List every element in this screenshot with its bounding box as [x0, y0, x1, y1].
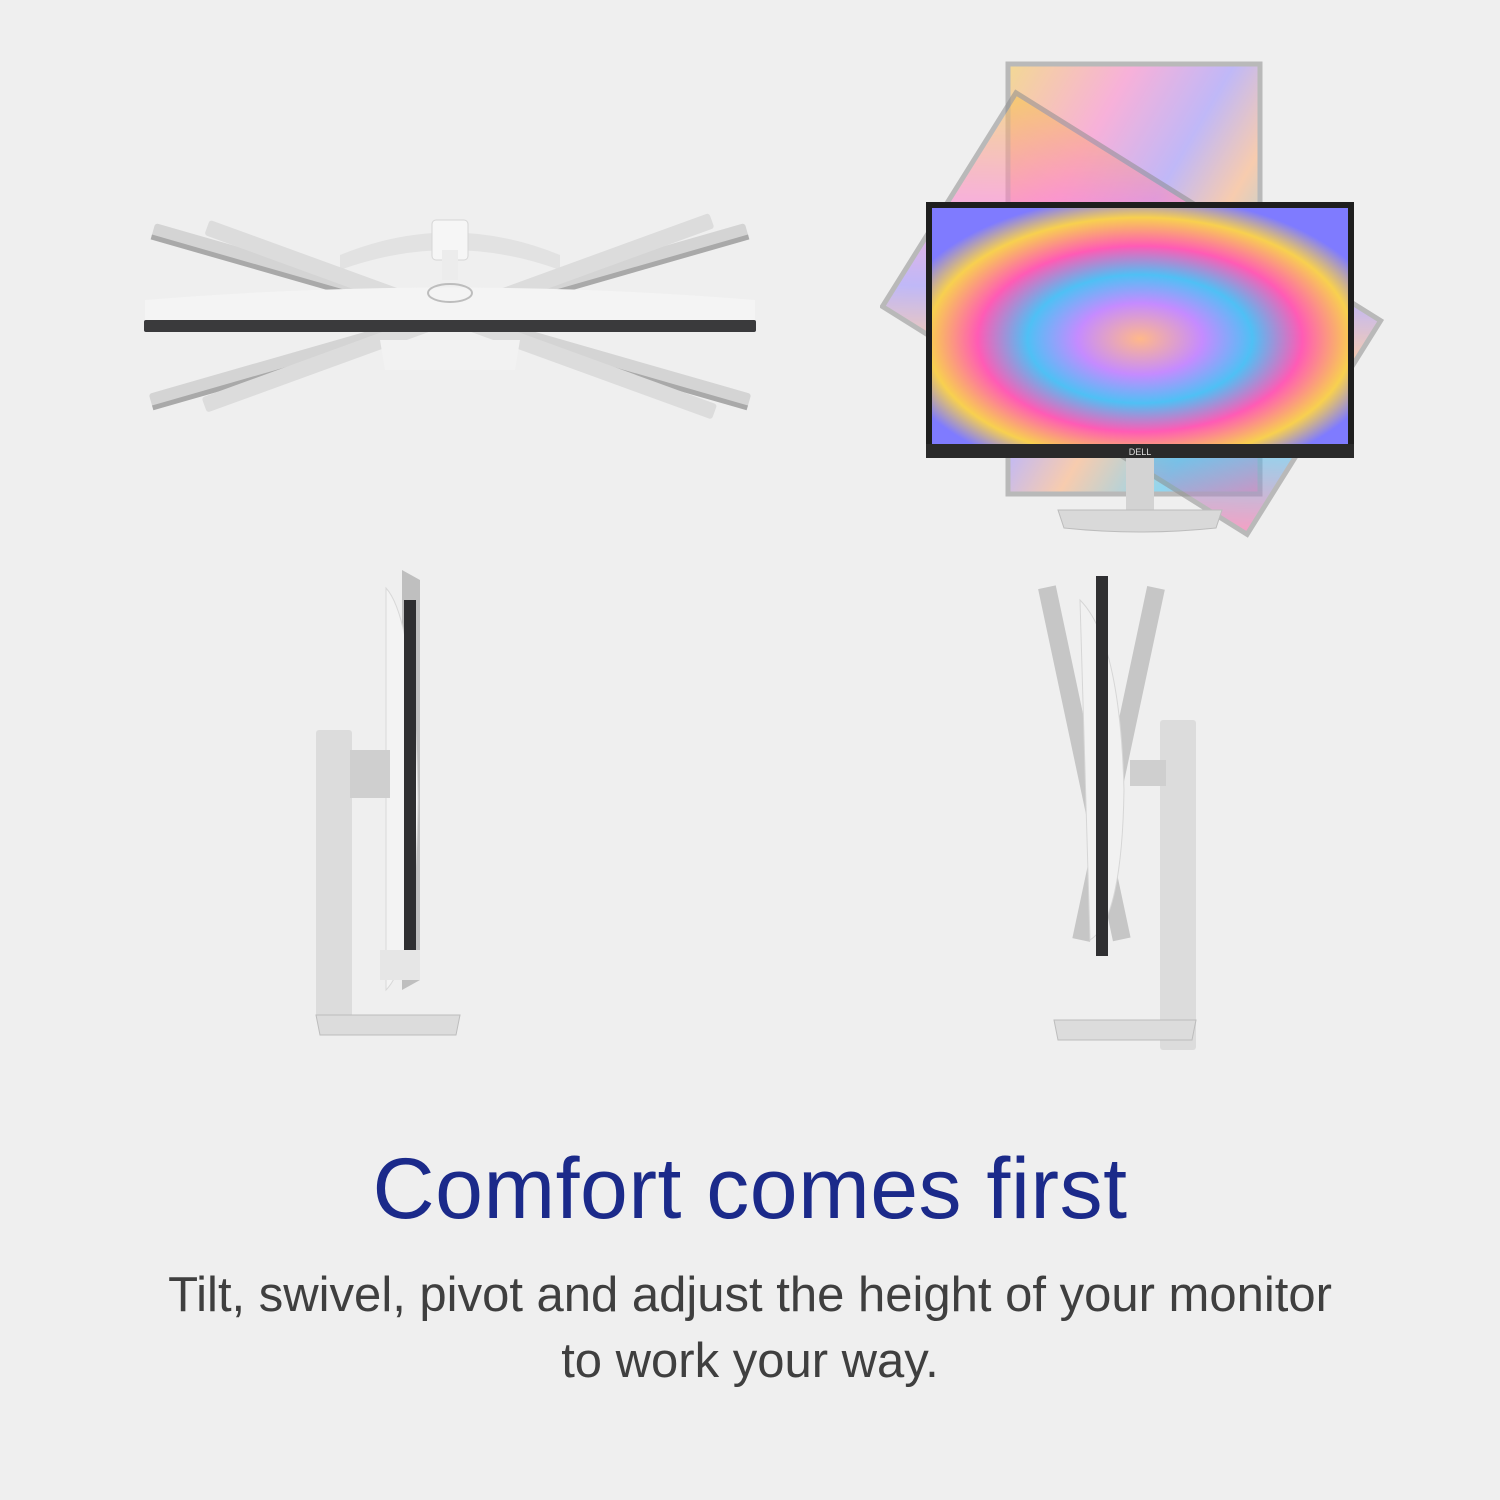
headline: Comfort comes first: [372, 1141, 1128, 1237]
pivot-illustration: DELL: [878, 50, 1400, 540]
description: Tilt, swivel, pivot and adjust the heigh…: [0, 1262, 1500, 1394]
tilt-illustration: [290, 560, 490, 1060]
swivel-illustration: [120, 180, 780, 460]
svg-text:DELL: DELL: [1129, 447, 1152, 457]
height-adjust-illustration: [1020, 560, 1220, 1060]
description-line-1: Tilt, swivel, pivot and adjust the heigh…: [168, 1268, 1332, 1322]
description-line-2: to work your way.: [561, 1334, 939, 1388]
